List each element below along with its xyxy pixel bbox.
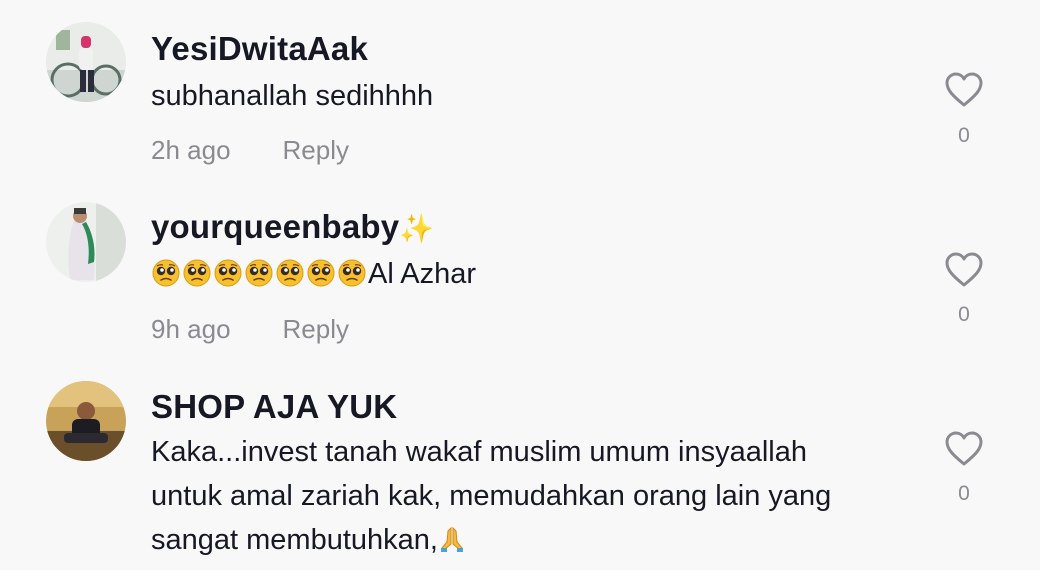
user-photo-avatar-icon	[46, 202, 126, 282]
user-photo-avatar-icon	[46, 22, 126, 102]
pleading-face-icon	[183, 259, 211, 287]
like-button[interactable]	[944, 431, 984, 472]
heart-icon	[945, 72, 983, 107]
like-button[interactable]	[944, 72, 984, 113]
like-count: 0	[958, 124, 970, 147]
like-button[interactable]	[944, 252, 984, 293]
comment-text: subhanallah sedihhhh	[151, 74, 911, 118]
folded-hands-icon	[438, 522, 466, 566]
reply-button[interactable]: Reply	[283, 135, 349, 165]
comment-username[interactable]: yourqueenbaby✨	[151, 208, 434, 246]
comment-item: SHOP AJA YUK Kaka...invest tanah wakaf m…	[0, 360, 1040, 570]
pleading-face-icon	[152, 259, 180, 287]
comment-item: YesiDwitaAak subhanallah sedihhhh 2h ago…	[0, 0, 1040, 180]
user-photo-avatar-icon	[46, 381, 126, 461]
pleading-face-icon	[245, 259, 273, 287]
comment-text-line: untuk amal zariah kak, memudahkan orang …	[151, 480, 832, 512]
pleading-face-icon	[338, 259, 366, 287]
like-count: 0	[958, 482, 970, 505]
comment-time: 9h ago	[151, 314, 231, 344]
pleading-face-icon	[214, 259, 242, 287]
pleading-face-icon	[307, 259, 335, 287]
avatar[interactable]	[46, 202, 126, 282]
comment-username[interactable]: SHOP AJA YUK	[151, 388, 397, 426]
comment-list: YesiDwitaAak subhanallah sedihhhh 2h ago…	[0, 0, 1040, 570]
username-text: yourqueenbaby	[151, 208, 400, 245]
avatar[interactable]	[46, 22, 126, 102]
username-text: YesiDwitaAak	[151, 30, 369, 67]
comment-meta: 9h ago Reply	[151, 314, 349, 345]
comment-text-content: subhanallah sedihhhh	[151, 80, 434, 112]
comment-item: yourqueenbaby✨ Al Azhar 9h ago Reply 0	[0, 180, 1040, 360]
comment-username[interactable]: YesiDwitaAak	[151, 30, 368, 68]
comment-meta: 2h ago Reply	[151, 135, 349, 166]
username-text: SHOP AJA YUK	[151, 388, 398, 425]
heart-icon	[945, 431, 983, 466]
comment-text-line: sangat membutuhkan,	[151, 518, 911, 566]
pleading-face-icon	[276, 259, 304, 287]
reply-button[interactable]: Reply	[283, 314, 349, 344]
heart-icon	[945, 252, 983, 287]
avatar[interactable]	[46, 381, 126, 461]
comment-text: Al Azhar	[151, 252, 911, 301]
emoji-run	[151, 257, 368, 301]
comment-time: 2h ago	[151, 135, 231, 165]
comment-text: Kaka...invest tanah wakaf muslim umum in…	[151, 430, 911, 566]
like-count: 0	[958, 303, 970, 326]
comment-text-content: Al Azhar	[368, 258, 476, 290]
sparkles-icon: ✨	[399, 213, 435, 244]
comment-text-line: Kaka...invest tanah wakaf muslim umum in…	[151, 436, 808, 468]
